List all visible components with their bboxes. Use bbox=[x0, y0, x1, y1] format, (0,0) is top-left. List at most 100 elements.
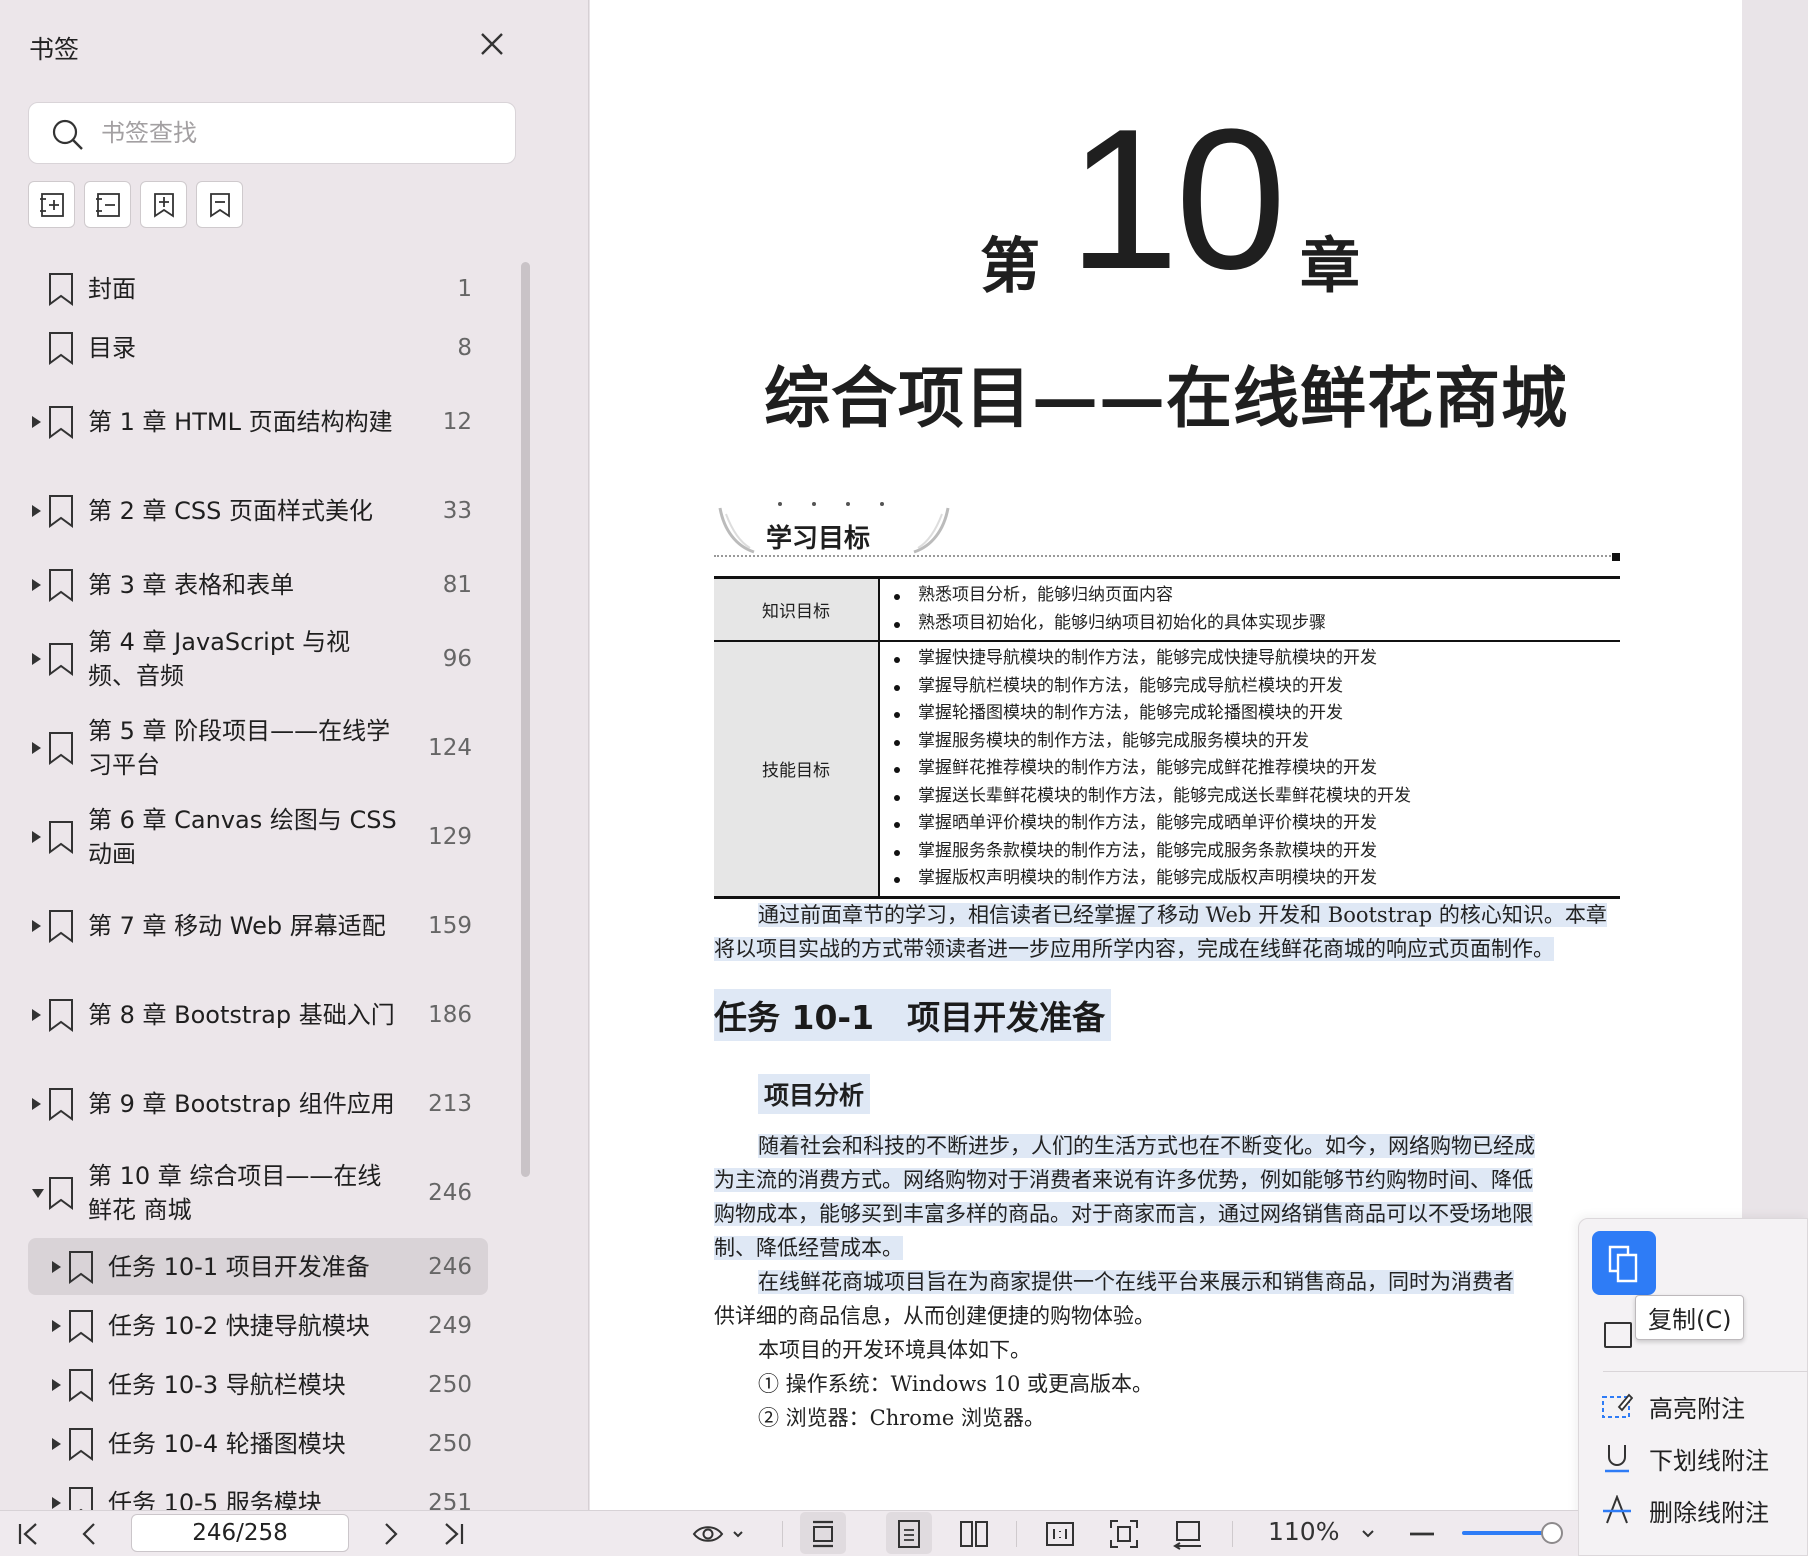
bookmark-page-number: 96 bbox=[442, 645, 472, 672]
bookmark-item[interactable]: 第 7 章 移动 Web 屏幕适配 159 bbox=[28, 882, 488, 969]
expand-all-button[interactable] bbox=[28, 181, 75, 228]
expand-arrow-icon[interactable] bbox=[52, 1260, 61, 1273]
copy-button[interactable] bbox=[1592, 1231, 1656, 1295]
add-bookmark-button[interactable] bbox=[140, 181, 187, 228]
fit-width-icon[interactable] bbox=[807, 1518, 839, 1550]
goals-row: 知识目标 熟悉项目分析，能够归纳页面内容 熟悉项目初始化，能够归纳项目初始化的具体实… bbox=[714, 579, 1620, 642]
zoom-dropdown-icon[interactable] bbox=[1352, 1518, 1384, 1550]
bookmark-item[interactable]: 目录 8 bbox=[28, 319, 488, 376]
expand-arrow-icon[interactable] bbox=[52, 1378, 61, 1391]
text-line: 供详细的商品信息，从而创建便捷的购物体验。 bbox=[714, 1304, 1155, 1328]
bookmark-page-number: 159 bbox=[428, 912, 472, 939]
expand-arrow-icon[interactable] bbox=[32, 415, 41, 428]
copy-tooltip: 复制(C) bbox=[1635, 1295, 1745, 1340]
page-number-input[interactable]: 246/258 bbox=[131, 1514, 349, 1552]
bookmark-item[interactable]: 任务 10-5 服务模块 251 bbox=[28, 1474, 488, 1510]
expand-arrow-icon[interactable] bbox=[32, 741, 41, 754]
expand-arrow-icon[interactable] bbox=[52, 1496, 61, 1509]
actual-size-icon[interactable] bbox=[1044, 1518, 1076, 1550]
bookmark-item[interactable]: 任务 10-1 项目开发准备 246 bbox=[28, 1238, 488, 1295]
expand-arrow-icon[interactable] bbox=[32, 652, 41, 665]
bookmark-label: 封面 bbox=[88, 274, 136, 303]
goal-item: 掌握鲜花推荐模块的制作方法，能够完成鲜花推荐模块的开发 bbox=[892, 755, 1620, 783]
bookmark-item[interactable]: 任务 10-4 轮播图模块 250 bbox=[28, 1415, 488, 1472]
chapter-title: 综合项目——在线鲜花商城 bbox=[764, 359, 1568, 437]
goals-divider bbox=[714, 555, 1614, 560]
bookmark-icon bbox=[48, 1087, 74, 1121]
strikethrough-icon bbox=[1603, 1495, 1631, 1524]
first-page-icon[interactable] bbox=[12, 1518, 44, 1550]
highlight-icon bbox=[1602, 1393, 1633, 1418]
expand-arrow-icon[interactable] bbox=[32, 1008, 41, 1021]
toolbar-divider bbox=[782, 1521, 783, 1547]
chapter-prefix: 第 bbox=[980, 232, 1040, 302]
expand-arrow-icon[interactable] bbox=[52, 1437, 61, 1450]
goal-item: 掌握服务模块的制作方法，能够完成服务模块的开发 bbox=[892, 728, 1620, 756]
bookmark-icon bbox=[68, 1250, 94, 1284]
two-page-icon[interactable] bbox=[958, 1518, 990, 1550]
intro-paragraph: 通过前面章节的学习，相信读者已经掌握了移动 Web 开发和 Bootstrap … bbox=[714, 898, 1624, 966]
bookmark-icon bbox=[48, 568, 74, 602]
underline-annotation-item[interactable]: 下划线附注 bbox=[1599, 1435, 1808, 1479]
bookmark-icon bbox=[48, 405, 74, 439]
bookmark-search-input[interactable] bbox=[101, 113, 501, 153]
chapter-heading: 第 10 章 bbox=[980, 88, 1400, 311]
expand-arrow-icon[interactable] bbox=[32, 919, 41, 932]
chapter-suffix: 章 bbox=[1300, 232, 1360, 302]
bookmark-item[interactable]: 第 1 章 HTML 页面结构构建 12 bbox=[28, 378, 488, 465]
underline-annotation-label: 下划线附注 bbox=[1649, 1447, 1769, 1475]
fit-page-icon[interactable] bbox=[1108, 1518, 1140, 1550]
expand-arrow-icon[interactable] bbox=[32, 578, 41, 591]
remove-bookmark-button[interactable] bbox=[196, 181, 243, 228]
expand-arrow-icon[interactable] bbox=[52, 1319, 61, 1332]
last-page-icon[interactable] bbox=[438, 1518, 470, 1550]
bookmark-label: 任务 10-4 轮播图模块 bbox=[108, 1429, 346, 1458]
expand-arrow-icon[interactable] bbox=[32, 504, 41, 517]
goals-items: 熟悉项目分析，能够归纳页面内容 熟悉项目初始化，能够归纳项目初始化的具体实现步骤 bbox=[880, 579, 1620, 640]
close-icon[interactable] bbox=[476, 28, 508, 60]
expand-arrow-icon[interactable] bbox=[32, 1097, 41, 1110]
goals-row: 技能目标 掌握快捷导航模块的制作方法，能够完成快捷导航模块的开发 掌握导航栏模块的制… bbox=[714, 642, 1620, 896]
zoom-out-icon[interactable] bbox=[1406, 1518, 1438, 1550]
bookmark-item[interactable]: 任务 10-3 导航栏模块 250 bbox=[28, 1356, 488, 1413]
sidebar-scrollbar[interactable] bbox=[521, 262, 530, 1177]
bookmark-item[interactable]: 任务 10-2 快捷导航模块 249 bbox=[28, 1297, 488, 1354]
bookmark-item[interactable]: 第 8 章 Bootstrap 基础入门 186 bbox=[28, 971, 488, 1058]
goals-category: 技能目标 bbox=[714, 642, 880, 896]
chapter-number: 10 bbox=[1068, 88, 1286, 311]
zoom-level[interactable]: 110% bbox=[1268, 1517, 1339, 1546]
bookmark-item[interactable]: 第 9 章 Bootstrap 组件应用 213 bbox=[28, 1060, 488, 1147]
next-page-icon[interactable] bbox=[374, 1518, 406, 1550]
bookmark-item[interactable]: 第 4 章 JavaScript 与视频、音频 96 bbox=[28, 615, 488, 702]
bookmark-item[interactable]: 封面 1 bbox=[28, 260, 488, 317]
bookmark-item[interactable]: 第 10 章 综合项目——在线鲜花 商城 246 bbox=[28, 1149, 488, 1236]
bookmark-page-number: 129 bbox=[428, 823, 472, 850]
bookmark-item[interactable]: 第 5 章 阶段项目——在线学习平台 124 bbox=[28, 704, 488, 791]
goal-item: 掌握快捷导航模块的制作方法，能够完成快捷导航模块的开发 bbox=[892, 645, 1620, 673]
expand-arrow-icon[interactable] bbox=[32, 830, 41, 843]
bookmark-item[interactable]: 第 6 章 Canvas 绘图与 CSS 动画 129 bbox=[28, 793, 488, 880]
text-line: 本项目的开发环境具体如下。 bbox=[758, 1338, 1031, 1362]
previous-page-icon[interactable] bbox=[74, 1518, 106, 1550]
bookmark-page-number: 250 bbox=[428, 1430, 472, 1457]
bookmark-icon bbox=[48, 1176, 74, 1210]
highlight-annotation-item[interactable]: 高亮附注 bbox=[1599, 1383, 1808, 1427]
bookmark-page-number: 81 bbox=[442, 571, 472, 598]
collapse-all-button[interactable] bbox=[84, 181, 131, 228]
bookmark-icon bbox=[68, 1486, 94, 1510]
view-mode-dropdown[interactable] bbox=[692, 1518, 752, 1550]
bookmark-icon bbox=[48, 909, 74, 943]
rotate-page-icon[interactable] bbox=[1172, 1518, 1204, 1550]
single-page-icon[interactable] bbox=[893, 1518, 925, 1550]
goals-items: 掌握快捷导航模块的制作方法，能够完成快捷导航模块的开发 掌握导航栏模块的制作方法，… bbox=[880, 642, 1620, 896]
zoom-slider-handle[interactable] bbox=[1541, 1522, 1563, 1544]
bookmark-page-number: 213 bbox=[428, 1090, 472, 1117]
collapse-arrow-icon[interactable] bbox=[32, 1188, 44, 1198]
bookmark-item[interactable]: 第 3 章 表格和表单 81 bbox=[28, 556, 488, 613]
bookmark-page-number: 33 bbox=[442, 497, 472, 524]
bookmark-item[interactable]: 第 2 章 CSS 页面样式美化 33 bbox=[28, 467, 488, 554]
goal-item: 掌握导航栏模块的制作方法，能够完成导航栏模块的开发 bbox=[892, 673, 1620, 701]
bookmark-label: 第 1 章 HTML 页面结构构建 bbox=[88, 407, 393, 436]
toolbar-divider bbox=[1016, 1521, 1017, 1547]
strikethrough-annotation-item[interactable]: 删除线附注 bbox=[1599, 1487, 1808, 1531]
